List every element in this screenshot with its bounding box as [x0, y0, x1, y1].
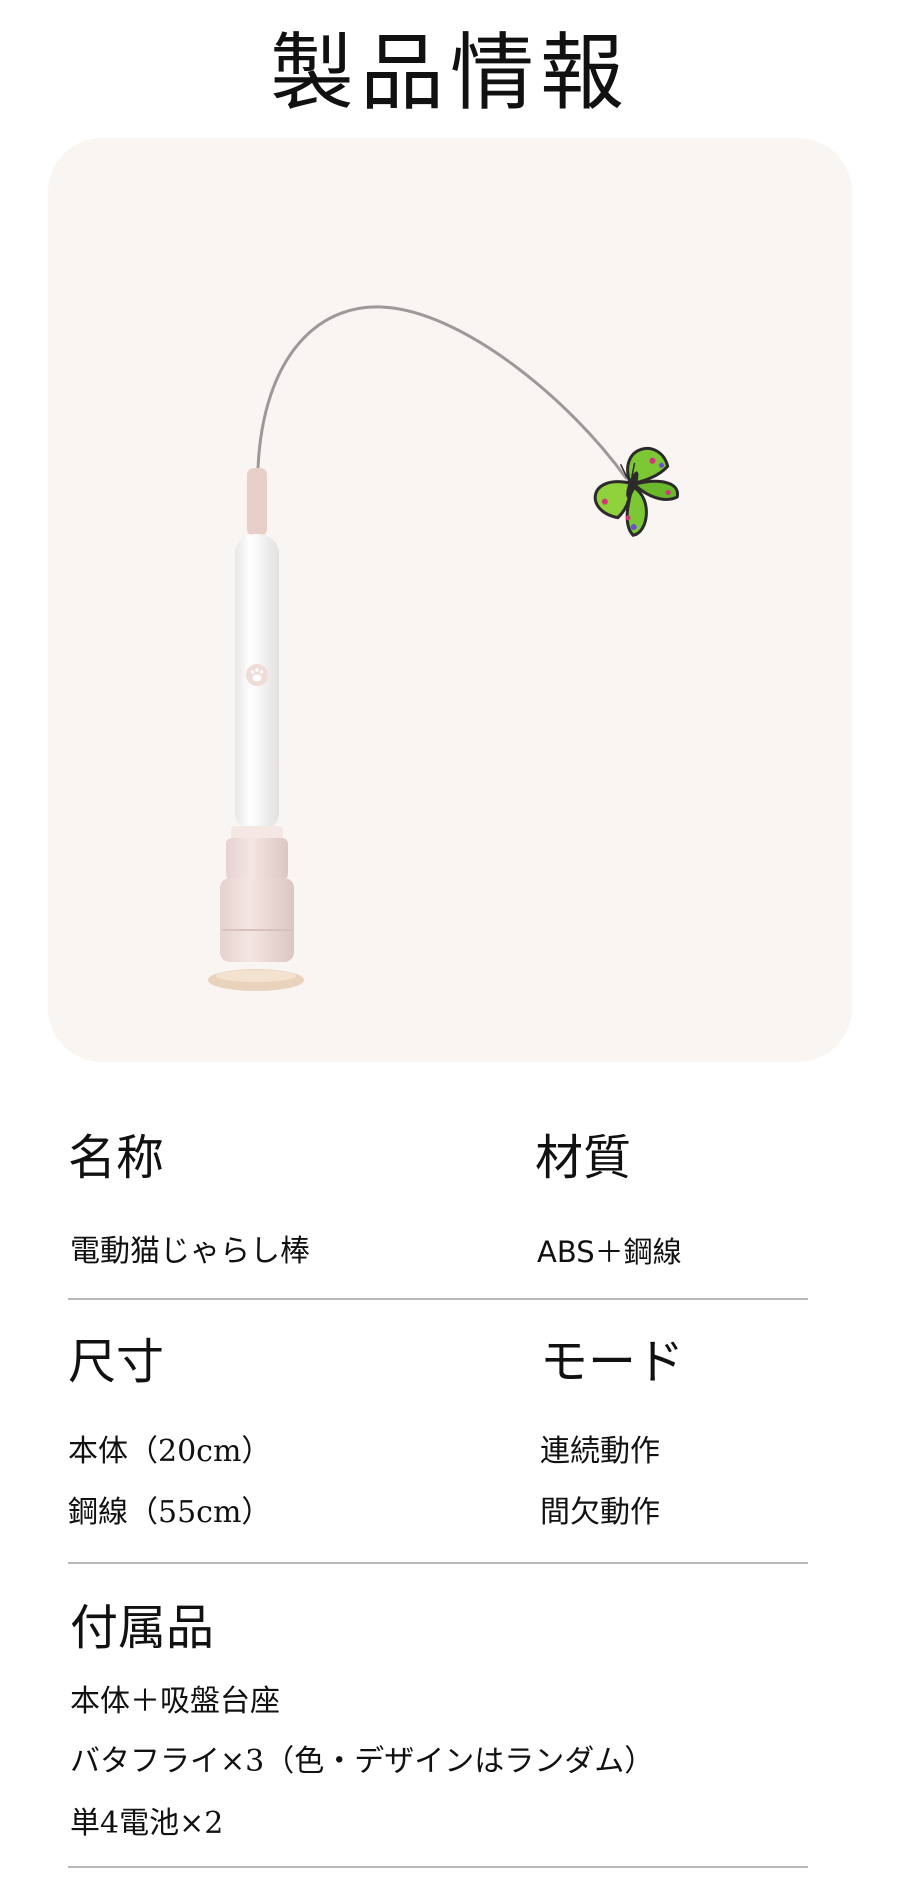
size-value-body: 本体（20cm）: [68, 1434, 272, 1469]
divider: [68, 1298, 808, 1300]
size-heading: 尺寸: [68, 1334, 165, 1390]
wand-tip: [247, 468, 267, 536]
mode-value-intermittent: 間欠動作: [540, 1495, 660, 1530]
accessory-item: 本体＋吸盤台座: [70, 1684, 280, 1719]
accessories-heading: 付属品: [70, 1600, 215, 1656]
base-lower: [220, 878, 294, 962]
product-photo-card: [48, 138, 852, 1062]
divider: [68, 1562, 808, 1564]
page-title: 製品情報: [269, 24, 630, 122]
base-upper: [226, 838, 288, 880]
product-illustration: [208, 305, 679, 991]
paw-icon: [246, 664, 268, 686]
material-value: ABS＋鋼線: [537, 1235, 682, 1269]
butterfly-icon: [593, 447, 679, 537]
wand-collar: [231, 826, 283, 840]
steel-wire: [256, 305, 628, 480]
mode-value-continuous: 連続動作: [540, 1434, 660, 1469]
size-value-wire: 鋼線（55cm）: [68, 1495, 272, 1530]
accessory-item: 単4電池×2: [70, 1806, 224, 1841]
material-heading: 材質: [535, 1130, 632, 1186]
accessory-item: バタフライ×3（色・デザインはランダム）: [70, 1744, 655, 1779]
mode-heading: モード: [540, 1334, 685, 1390]
name-heading: 名称: [68, 1130, 165, 1186]
name-value: 電動猫じゃらし棒: [70, 1234, 310, 1269]
divider: [68, 1866, 808, 1868]
